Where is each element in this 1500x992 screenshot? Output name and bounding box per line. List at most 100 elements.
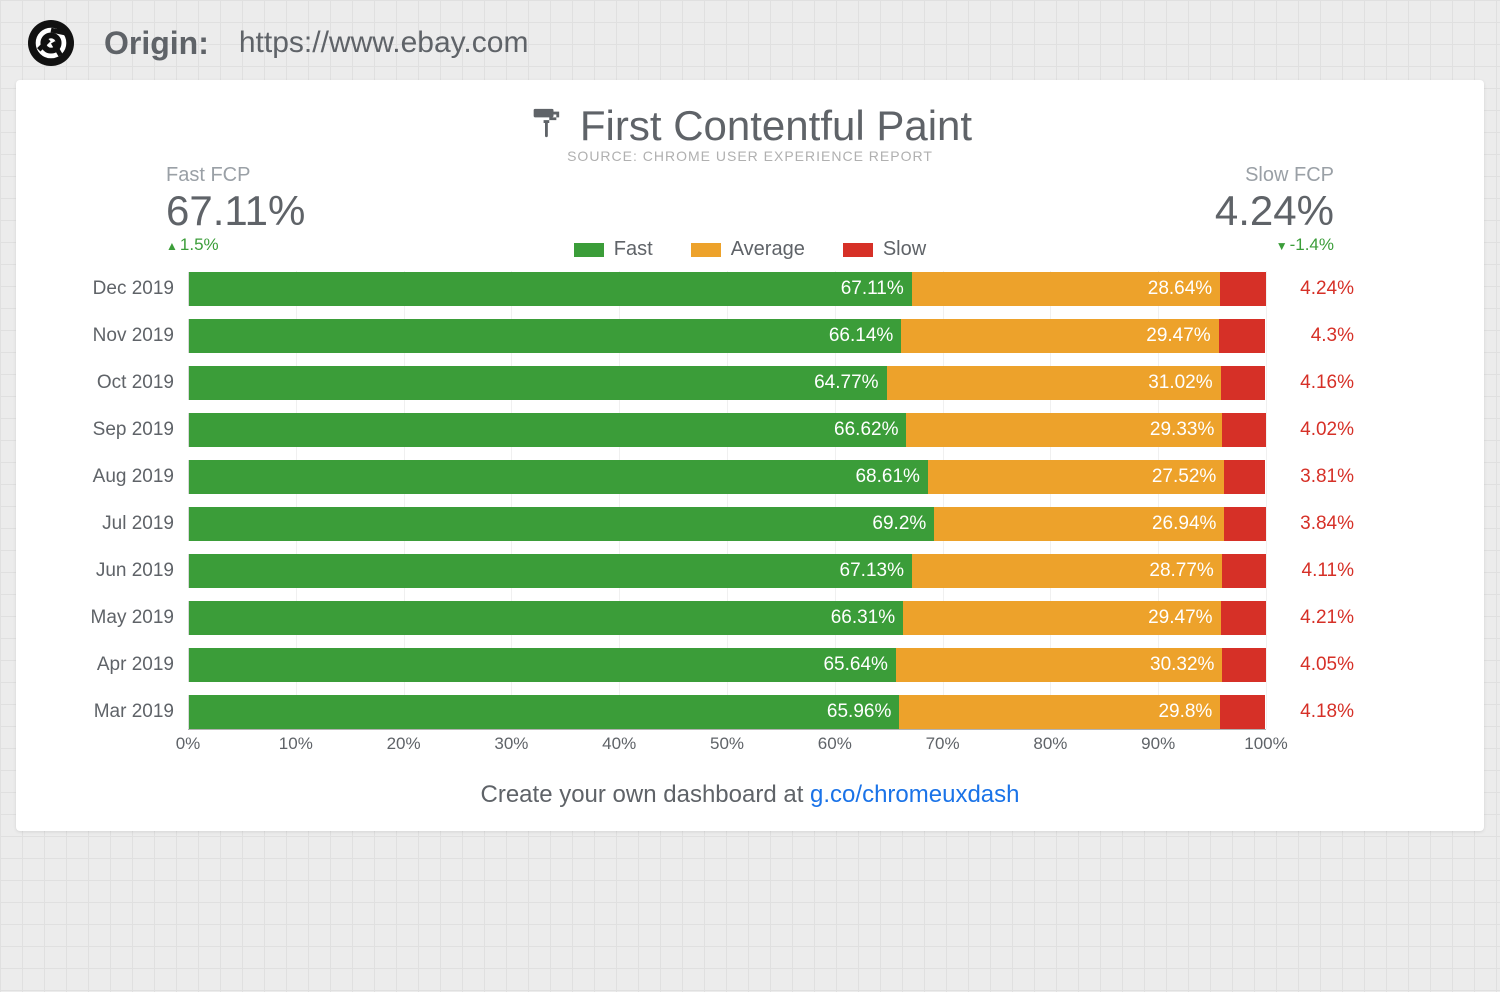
slow-value-label: 4.11%	[1266, 560, 1354, 582]
slow-fcp-label: Slow FCP	[1245, 164, 1334, 187]
bar-slow	[1219, 319, 1265, 353]
paint-roller-icon	[528, 102, 562, 150]
x-axis-tick: 40%	[602, 734, 636, 754]
bar-average: 28.64%	[912, 272, 1220, 306]
chart-row: Apr 201965.64%30.32%4.05%	[46, 641, 1354, 688]
bar-track: 66.62%29.33%	[188, 413, 1266, 447]
bar-average: 29.33%	[906, 413, 1222, 447]
bar-average: 29.47%	[901, 319, 1218, 353]
y-axis-label: Apr 2019	[46, 654, 188, 676]
y-axis-label: Oct 2019	[46, 372, 188, 394]
origin-url: https://www.ebay.com	[239, 26, 529, 60]
slow-value-label: 3.81%	[1266, 466, 1354, 488]
chart-row: Mar 201965.96%29.8%4.18%	[46, 688, 1354, 735]
kpi-row: Fast FCP 67.11% 1.5% Fast Average Slow S…	[166, 164, 1334, 255]
bar-slow	[1220, 272, 1266, 306]
bar-average: 28.77%	[912, 554, 1222, 588]
slow-value-label: 4.24%	[1266, 278, 1354, 300]
legend-slow: Slow	[843, 238, 926, 261]
chrome-icon	[28, 20, 74, 66]
bar-track: 69.2%26.94%	[188, 507, 1266, 541]
bar-average: 29.47%	[903, 601, 1220, 635]
y-axis-label: Nov 2019	[46, 325, 188, 347]
bar-track: 67.11%28.64%	[188, 272, 1266, 306]
bar-fast: 65.96%	[189, 695, 899, 729]
x-axis-tick: 60%	[818, 734, 852, 754]
chart-row: Jul 201969.2%26.94%3.84%	[46, 500, 1354, 547]
swatch-slow	[843, 243, 873, 257]
bar-fast: 68.61%	[189, 460, 928, 494]
bar-track: 66.14%29.47%	[188, 319, 1266, 353]
y-axis-label: Jun 2019	[46, 560, 188, 582]
bar-slow	[1221, 601, 1266, 635]
x-axis-tick: 50%	[710, 734, 744, 754]
bar-average: 29.8%	[899, 695, 1220, 729]
y-axis-label: Mar 2019	[46, 701, 188, 723]
y-axis-label: Sep 2019	[46, 419, 188, 441]
y-axis-label: May 2019	[46, 607, 188, 629]
bar-slow	[1220, 695, 1265, 729]
card-footer: Create your own dashboard at g.co/chrome…	[46, 781, 1454, 809]
chart-row: Oct 201964.77%31.02%4.16%	[46, 359, 1354, 406]
swatch-average	[691, 243, 721, 257]
bar-fast: 64.77%	[189, 366, 887, 400]
bar-track: 65.96%29.8%	[188, 695, 1266, 729]
chart-title-text: First Contentful Paint	[580, 102, 972, 150]
chart-row: May 201966.31%29.47%4.21%	[46, 594, 1354, 641]
bar-average: 31.02%	[887, 366, 1221, 400]
legend-fast: Fast	[574, 238, 653, 261]
bar-average: 27.52%	[928, 460, 1224, 494]
x-axis: 0%10%20%30%40%50%60%70%80%90%100%	[188, 730, 1266, 760]
slow-fcp-value: 4.24%	[1215, 187, 1334, 235]
y-axis-label: Dec 2019	[46, 278, 188, 300]
chart-row: Jun 201967.13%28.77%4.11%	[46, 547, 1354, 594]
fast-fcp-label: Fast FCP	[166, 164, 305, 187]
bar-slow	[1222, 554, 1266, 588]
y-axis-label: Jul 2019	[46, 513, 188, 535]
bar-slow	[1224, 507, 1265, 541]
footer-link[interactable]: g.co/chromeuxdash	[810, 781, 1019, 808]
bar-fast: 66.31%	[189, 601, 903, 635]
fcp-bar-chart: Dec 201967.11%28.64%4.24%Nov 201966.14%2…	[46, 265, 1454, 735]
x-axis-tick: 20%	[387, 734, 421, 754]
chart-legend: Fast Average Slow	[166, 238, 1334, 261]
legend-average: Average	[691, 238, 805, 261]
y-axis-label: Aug 2019	[46, 466, 188, 488]
x-axis-tick: 10%	[279, 734, 313, 754]
bar-average: 26.94%	[934, 507, 1224, 541]
bar-fast: 67.11%	[189, 272, 912, 306]
x-axis-tick: 70%	[926, 734, 960, 754]
fcp-card: First Contentful Paint SOURCE: CHROME US…	[16, 80, 1484, 831]
chart-title: First Contentful Paint	[528, 102, 972, 150]
bar-average: 30.32%	[896, 648, 1223, 682]
chart-row: Dec 201967.11%28.64%4.24%	[46, 265, 1354, 312]
bar-track: 66.31%29.47%	[188, 601, 1266, 635]
bar-slow	[1222, 413, 1265, 447]
origin-label: Origin:	[104, 25, 209, 62]
bar-fast: 69.2%	[189, 507, 934, 541]
footer-text: Create your own dashboard at	[481, 781, 811, 808]
x-axis-tick: 0%	[176, 734, 201, 754]
bar-fast: 67.13%	[189, 554, 912, 588]
chart-row: Sep 201966.62%29.33%4.02%	[46, 406, 1354, 453]
slow-value-label: 4.16%	[1266, 372, 1354, 394]
chart-source: SOURCE: CHROME USER EXPERIENCE REPORT	[46, 148, 1454, 164]
x-axis-tick: 90%	[1141, 734, 1175, 754]
bar-fast: 65.64%	[189, 648, 896, 682]
x-axis-tick: 100%	[1244, 734, 1287, 754]
bar-track: 67.13%28.77%	[188, 554, 1266, 588]
slow-value-label: 4.18%	[1266, 701, 1354, 723]
bar-slow	[1221, 366, 1266, 400]
x-axis-tick: 80%	[1033, 734, 1067, 754]
bar-track: 65.64%30.32%	[188, 648, 1266, 682]
bar-slow	[1224, 460, 1265, 494]
fast-fcp-value: 67.11%	[166, 187, 305, 235]
chart-row: Aug 201968.61%27.52% 3.81%	[46, 453, 1354, 500]
slow-value-label: 4.05%	[1266, 654, 1354, 676]
bar-fast: 66.62%	[189, 413, 906, 447]
slow-value-label: 4.21%	[1266, 607, 1354, 629]
page-header: Origin: https://www.ebay.com	[6, 6, 1494, 80]
bar-track: 64.77%31.02%	[188, 366, 1266, 400]
slow-value-label: 4.02%	[1266, 419, 1354, 441]
bar-slow	[1222, 648, 1266, 682]
